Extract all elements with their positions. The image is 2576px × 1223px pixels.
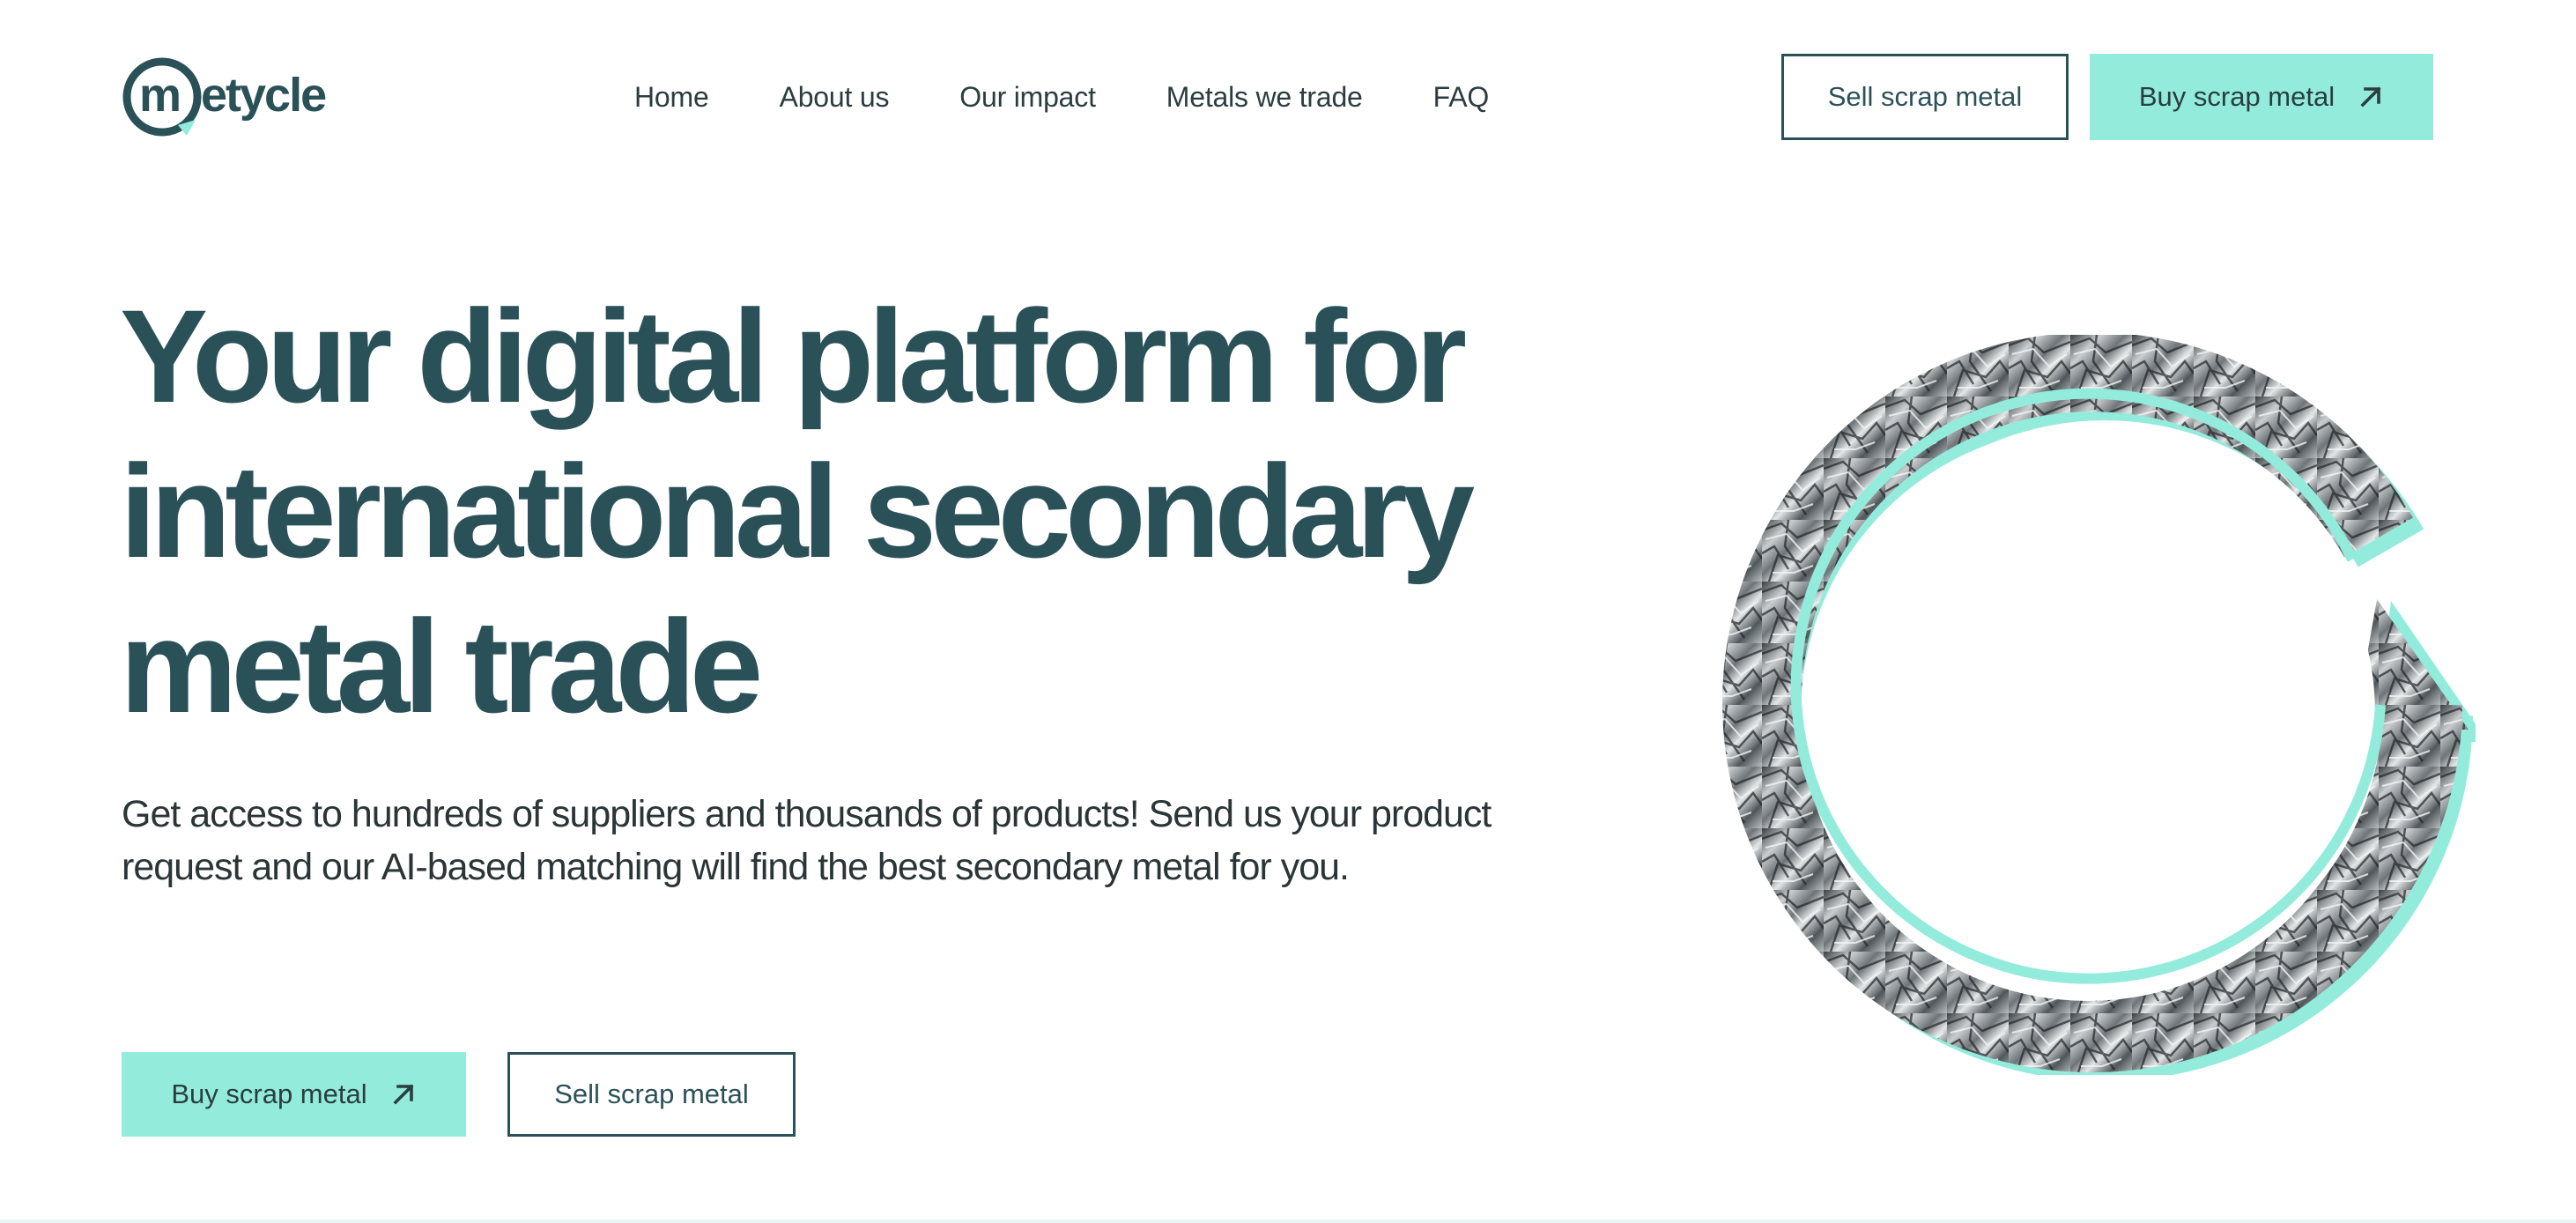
hero-sell-label: Sell scrap metal: [554, 1078, 749, 1109]
svg-text:m: m: [139, 69, 180, 122]
header-sell-scrap-metal-button[interactable]: Sell scrap metal: [1781, 54, 2069, 140]
metycle-logo-mark: m etycle: [122, 57, 328, 137]
main-nav: Home About us Our impact Metals we trade…: [634, 70, 1489, 123]
header-buy-label: Buy scrap metal: [2138, 81, 2335, 112]
hero-title: Your digital platform for international …: [120, 278, 1617, 744]
nav-metals-we-trade[interactable]: Metals we trade: [1166, 81, 1363, 114]
hero-title-line-2: international secondary: [120, 437, 1475, 585]
svg-text:etycle: etycle: [201, 69, 326, 122]
arrow-up-right-icon: [2358, 84, 2384, 110]
nav-our-impact[interactable]: Our impact: [959, 81, 1096, 114]
hero-title-line-3: metal trade: [120, 592, 763, 740]
metycle-logo[interactable]: m etycle: [122, 55, 354, 139]
nav-faq[interactable]: FAQ: [1433, 81, 1490, 114]
hero-title-line-1: Your digital platform for: [120, 282, 1467, 430]
nav-about-us[interactable]: About us: [780, 81, 890, 114]
hero-sell-scrap-metal-button[interactable]: Sell scrap metal: [507, 1052, 796, 1137]
recycle-arrow-scrap-metal-image: [1700, 332, 2488, 1082]
hero-subtitle: Get access to hundreds of suppliers and …: [122, 793, 1492, 888]
header-sell-label: Sell scrap metal: [1827, 81, 2023, 112]
header-buy-scrap-metal-button[interactable]: Buy scrap metal: [2090, 54, 2433, 140]
hero-buy-label: Buy scrap metal: [171, 1078, 367, 1109]
arrow-up-right-icon: [390, 1081, 417, 1108]
section-divider: [0, 1219, 2576, 1223]
nav-home[interactable]: Home: [634, 81, 709, 114]
hero-buy-scrap-metal-button[interactable]: Buy scrap metal: [122, 1052, 466, 1137]
